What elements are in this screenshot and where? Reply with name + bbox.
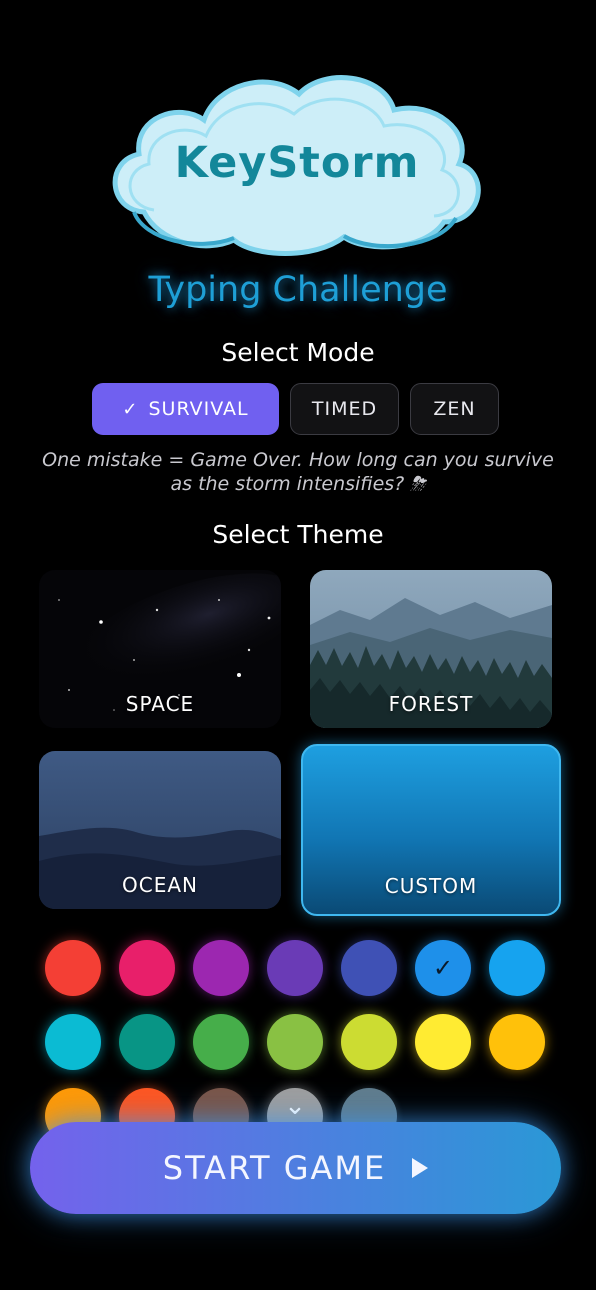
select-mode-title: Select Mode xyxy=(221,338,375,367)
color-swatch[interactable] xyxy=(193,940,249,996)
color-swatch[interactable] xyxy=(489,1014,545,1070)
color-swatch[interactable] xyxy=(193,1014,249,1070)
logo-text: KeyStorm xyxy=(174,138,420,188)
color-swatch[interactable]: ✓ xyxy=(415,940,471,996)
theme-space-label: SPACE xyxy=(125,692,195,716)
check-icon: ✓ xyxy=(432,954,454,982)
start-game-label: START GAME xyxy=(162,1149,387,1187)
theme-ocean-card[interactable]: OCEAN xyxy=(39,751,281,909)
color-swatch[interactable] xyxy=(119,940,175,996)
mode-timed-button[interactable]: TIMED xyxy=(290,383,399,435)
page-subtitle: Typing Challenge xyxy=(148,270,448,310)
mode-zen-button[interactable]: ZEN xyxy=(410,383,499,435)
theme-custom-label: CUSTOM xyxy=(384,874,478,898)
mode-description: One mistake = Game Over. How long can yo… xyxy=(42,449,554,495)
keystorm-logo: KeyStorm xyxy=(104,62,490,258)
color-swatch[interactable] xyxy=(267,1014,323,1070)
theme-space-card[interactable]: SPACE xyxy=(39,570,281,728)
mode-survival-button[interactable]: ✓ SURVIVAL xyxy=(92,383,279,435)
check-icon: ✓ xyxy=(122,398,139,420)
theme-forest-label: FOREST xyxy=(388,692,474,716)
theme-ocean-label: OCEAN xyxy=(122,873,198,897)
chevron-down-icon: ⌄ xyxy=(284,1091,306,1121)
select-theme-title: Select Theme xyxy=(212,520,384,549)
start-game-button[interactable]: START GAME xyxy=(30,1122,561,1214)
mode-selector: ✓ SURVIVAL TIMED ZEN xyxy=(0,383,596,437)
mode-timed-label: TIMED xyxy=(311,398,378,420)
color-swatch[interactable] xyxy=(341,940,397,996)
color-swatch[interactable] xyxy=(45,1014,101,1070)
play-icon xyxy=(412,1158,429,1178)
color-swatch[interactable] xyxy=(415,1014,471,1070)
color-swatch[interactable] xyxy=(119,1014,175,1070)
theme-forest-card[interactable]: FOREST xyxy=(310,570,552,728)
color-swatch[interactable] xyxy=(267,940,323,996)
color-swatch[interactable] xyxy=(341,1014,397,1070)
mode-survival-label: SURVIVAL xyxy=(148,398,249,420)
mode-zen-label: ZEN xyxy=(433,398,476,420)
color-swatch[interactable] xyxy=(489,940,545,996)
theme-custom-card[interactable]: CUSTOM xyxy=(301,744,561,916)
color-swatch[interactable] xyxy=(45,940,101,996)
